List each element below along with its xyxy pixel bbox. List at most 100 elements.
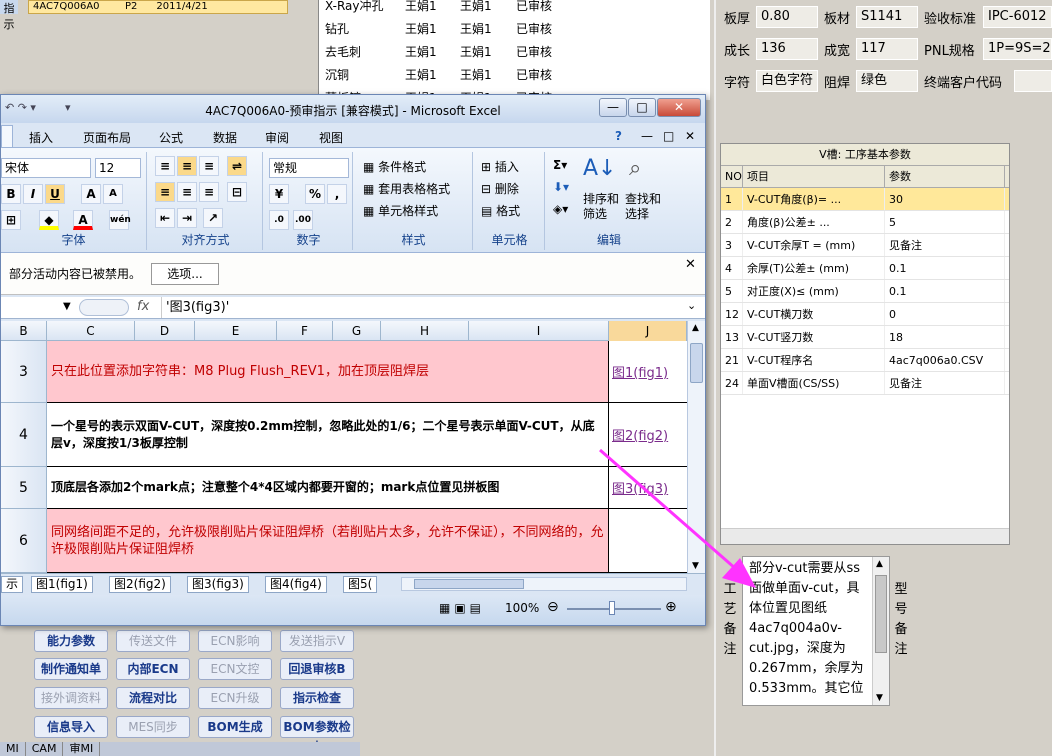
insert-cells-button[interactable]: ⊞ 插入 — [481, 158, 519, 175]
zoom-slider-thumb[interactable] — [609, 601, 615, 615]
col-header-param[interactable]: 参数 — [885, 166, 1005, 187]
remarks-textarea[interactable]: 部分v-cut需要从ss面做单面v-cut，具体位置见图纸4ac7q004a0v… — [742, 556, 890, 706]
table-row[interactable]: 2 角度(β)公差± ... 5 — [721, 211, 1009, 234]
ribbon-close-icon[interactable]: ✕ — [685, 129, 695, 143]
row-header-6[interactable]: 6 — [1, 509, 47, 573]
zoom-level[interactable]: 100% — [505, 601, 539, 615]
tab-review[interactable]: 审阅 — [265, 129, 289, 146]
border-icon[interactable]: ⊞ — [1, 210, 21, 230]
increase-decimal-icon[interactable]: .0 — [269, 210, 289, 230]
col-header-item[interactable]: 项目 — [743, 166, 885, 187]
maximize-icon[interactable]: □ — [628, 98, 656, 117]
orientation-icon[interactable]: ↗ — [203, 208, 223, 228]
formula-input[interactable]: '图3(fig3)' — [161, 297, 681, 318]
scroll-down-icon[interactable]: ▼ — [692, 561, 699, 571]
col-header-h[interactable]: H — [381, 321, 469, 341]
align-left-icon[interactable]: ≡ — [155, 182, 175, 202]
formula-zoom-control[interactable] — [79, 299, 129, 316]
sort-filter-button[interactable]: 排序和 筛选 — [583, 192, 619, 222]
cell-row-5[interactable]: 顶底层各添加2个mark点；注意整个4*4区域内都要开窗的；mark点位置见拼板… — [47, 467, 609, 509]
rollback-review-button[interactable]: 回退审核B — [280, 658, 354, 680]
row-header-3[interactable]: 3 — [1, 341, 47, 403]
tab-home[interactable] — [1, 125, 13, 147]
conditional-format-button[interactable]: ▦ 条件格式 — [363, 158, 426, 175]
col-header-d[interactable]: D — [135, 321, 195, 341]
cell-row-6[interactable]: 同网络间距不足的，允许极限削贴片保证阻焊桥（若削贴片太多，允许不保证），不同网络… — [47, 509, 609, 573]
col-header-b[interactable]: B — [1, 321, 47, 341]
table-row[interactable]: 5 对正度(X)≤ (mm) 0.1 — [721, 280, 1009, 303]
zoom-in-icon[interactable]: ⊕ — [665, 599, 677, 615]
col-header-e[interactable]: E — [195, 321, 277, 341]
decrease-decimal-icon[interactable]: .00 — [293, 210, 313, 230]
table-row[interactable]: 4 余厚(T)公差± (mm) 0.1 — [721, 257, 1009, 280]
thickness-field[interactable]: 0.80 — [756, 6, 818, 28]
align-bottom-icon[interactable]: ≡ — [199, 156, 219, 176]
grow-font-icon[interactable]: A — [81, 184, 101, 204]
scroll-thumb[interactable] — [690, 343, 703, 383]
char-field[interactable]: 白色字符 — [756, 70, 818, 92]
make-notice-button[interactable]: 制作通知单 — [34, 658, 108, 680]
bold-icon[interactable]: B — [1, 184, 21, 204]
remarks-scrollbar[interactable]: ▲ ▼ — [872, 557, 889, 705]
link-fig2[interactable]: 图2(fig2) — [609, 403, 687, 467]
tab-view[interactable]: 视图 — [319, 129, 343, 146]
table-row[interactable]: 12 V-CUT横刀数 0 — [721, 303, 1009, 326]
sort-filter-icon[interactable]: A↓ — [583, 156, 616, 181]
scroll-thumb[interactable] — [414, 579, 524, 589]
merge-center-icon[interactable]: ⊟ — [227, 182, 247, 202]
number-format-select[interactable]: 常规 — [269, 158, 349, 178]
scroll-up-icon[interactable]: ▲ — [692, 323, 699, 333]
sum-icon[interactable]: Σ▾ — [553, 158, 567, 172]
row-header-5[interactable]: 5 — [1, 467, 47, 509]
tab-cam[interactable]: CAM — [26, 742, 64, 756]
ecn-doc-control-button[interactable]: ECN文控 — [198, 658, 272, 680]
namebox-dropdown-icon[interactable]: ▼ — [63, 301, 71, 312]
sheet-tab-fig3[interactable]: 图3(fig3) — [187, 576, 249, 593]
mask-field[interactable]: 绿色 — [856, 70, 918, 92]
list-item[interactable]: 去毛刺 王娟1 王娟1 已审核 — [319, 39, 710, 62]
decrease-indent-icon[interactable]: ⇤ — [155, 208, 175, 228]
phonetic-icon[interactable]: wén — [109, 210, 131, 230]
clear-icon[interactable]: ◈▾ — [553, 202, 568, 216]
ribbon-minimize-icon[interactable]: — — [641, 129, 653, 143]
fill-color-icon[interactable]: ◆ — [39, 210, 59, 230]
tab-page-layout[interactable]: 页面布局 — [83, 129, 131, 146]
standard-field[interactable]: IPC-6012 — [983, 6, 1052, 28]
ecn-upgrade-button[interactable]: ECN升级 — [198, 687, 272, 709]
col-header-g[interactable]: G — [333, 321, 381, 341]
sheet-tab-fig4[interactable]: 图4(fig4) — [265, 576, 327, 593]
table-row[interactable]: 3 V-CUT余厚T = (mm) 见备注 — [721, 234, 1009, 257]
ecn-impact-button[interactable]: ECN影响 — [198, 630, 272, 652]
table-format-button[interactable]: ▦ 套用表格格式 — [363, 180, 450, 197]
send-instruction-button[interactable]: 发送指示V — [280, 630, 354, 652]
close-icon[interactable]: ✕ — [657, 98, 701, 117]
flow-compare-button[interactable]: 流程对比 — [116, 687, 190, 709]
col-header-i[interactable]: I — [469, 321, 609, 341]
width-field[interactable]: 117 — [856, 38, 918, 60]
underline-icon[interactable]: U — [45, 184, 65, 204]
formula-expand-icon[interactable]: ⌄ — [687, 299, 696, 312]
currency-icon[interactable]: ¥ — [269, 184, 289, 204]
cell-row-3[interactable]: 只在此位置添加字符串：M8 Plug Flush_REV1，加在顶层阻焊层 — [47, 341, 609, 403]
tab-mi[interactable]: MI — [0, 742, 26, 756]
sheet-tab-fig2[interactable]: 图2(fig2) — [109, 576, 171, 593]
col-header-c[interactable]: C — [47, 321, 135, 341]
row-header-4[interactable]: 4 — [1, 403, 47, 467]
selected-order-row[interactable]: 4AC7Q006A0 P2 2011/4/21 — [28, 0, 288, 14]
wrap-text-icon[interactable]: ⇌ — [227, 156, 247, 176]
tab-insert[interactable]: 插入 — [29, 129, 53, 146]
message-close-icon[interactable]: ✕ — [685, 257, 696, 272]
tab-formulas[interactable]: 公式 — [159, 129, 183, 146]
shrink-font-icon[interactable]: A — [103, 184, 123, 204]
sheet-horizontal-scrollbar[interactable] — [401, 577, 687, 591]
sheet-vertical-scrollbar[interactable]: ▲ ▼ — [687, 321, 705, 573]
cell-style-button[interactable]: ▦ 单元格样式 — [363, 202, 438, 219]
align-right-icon[interactable]: ≡ — [199, 182, 219, 202]
col-header-f[interactable]: F — [277, 321, 333, 341]
align-middle-icon[interactable]: ≡ — [177, 156, 197, 176]
minimize-icon[interactable]: — — [599, 98, 627, 117]
view-buttons[interactable]: ▦▣▤ — [439, 601, 499, 617]
instruction-check-button[interactable]: 指示检查 — [280, 687, 354, 709]
align-top-icon[interactable]: ≡ — [155, 156, 175, 176]
mes-sync-button[interactable]: MES同步 — [116, 716, 190, 738]
